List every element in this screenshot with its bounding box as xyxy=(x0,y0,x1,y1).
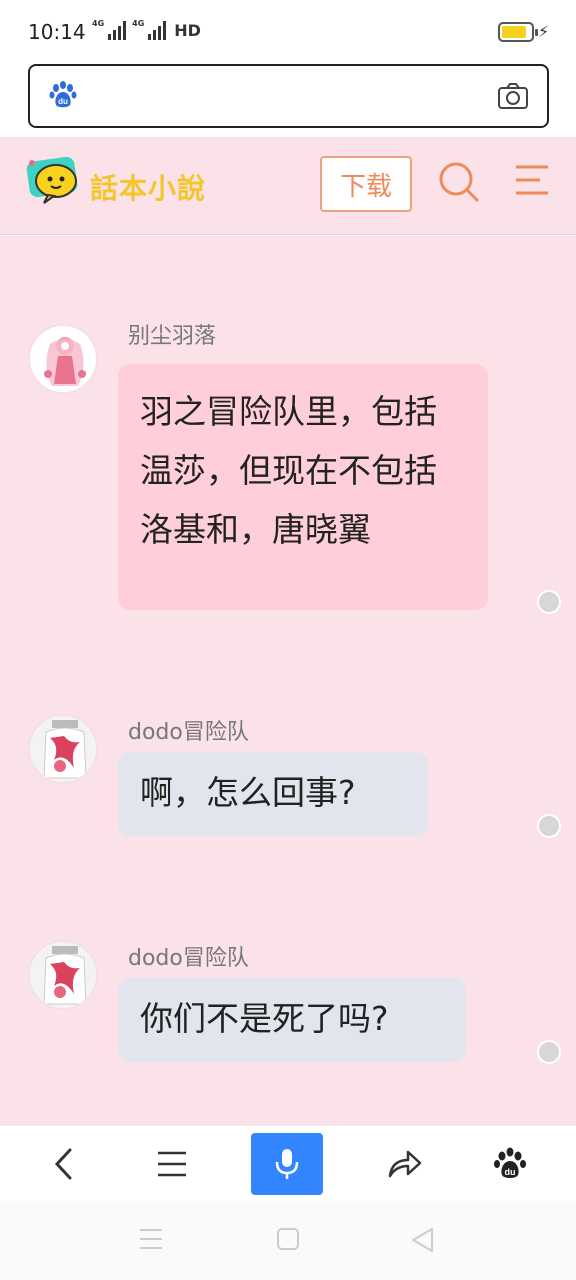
avatar[interactable] xyxy=(28,714,98,784)
signal-icon xyxy=(148,20,167,40)
camera-icon[interactable] xyxy=(497,82,529,114)
network-indicator: 4G 4G HD xyxy=(92,20,201,40)
author-name[interactable]: dodo冒险队 xyxy=(128,940,249,972)
network-type-1: 4G xyxy=(92,19,105,28)
signal-icon xyxy=(108,20,127,40)
message-action-dot[interactable] xyxy=(537,1040,561,1064)
hd-indicator: HD xyxy=(174,21,201,40)
battery-level xyxy=(502,26,526,38)
author-name[interactable]: dodo冒险队 xyxy=(128,714,249,746)
message-bubble: 你们不是死了吗? xyxy=(118,978,466,1062)
menu-icon[interactable] xyxy=(152,1126,192,1202)
logo-text[interactable]: 話本小說 xyxy=(90,167,206,207)
svg-text:du: du xyxy=(505,1167,516,1177)
download-button[interactable]: 下载 xyxy=(320,156,412,212)
microphone-icon xyxy=(275,1149,299,1179)
baidu-paw-icon[interactable]: du xyxy=(48,80,78,114)
home-icon[interactable] xyxy=(276,1227,300,1255)
browser-search-bar[interactable]: du xyxy=(28,64,549,128)
message-action-dot[interactable] xyxy=(537,814,561,838)
back-icon[interactable] xyxy=(44,1126,84,1202)
message-bubble: 羽之冒险队里，包括温莎，但现在不包括洛基和，唐晓翼 xyxy=(118,364,488,610)
microphone-button[interactable] xyxy=(251,1133,323,1195)
charging-icon: ⚡ xyxy=(538,22,550,41)
avatar[interactable] xyxy=(28,940,98,1010)
back-triangle-icon[interactable] xyxy=(410,1227,434,1257)
search-icon[interactable] xyxy=(436,159,480,207)
site-header: 話本小說 下载 xyxy=(0,137,576,235)
menu-icon[interactable] xyxy=(514,163,550,201)
network-type-2: 4G xyxy=(132,19,145,28)
browser-bottom-nav: du xyxy=(0,1125,576,1201)
battery-icon xyxy=(498,22,538,42)
status-time: 10:14 xyxy=(28,20,86,44)
share-icon[interactable] xyxy=(384,1126,424,1202)
status-bar: 10:14 4G 4G HD ⚡ xyxy=(0,0,576,60)
author-name[interactable]: 别尘羽落 xyxy=(128,318,216,350)
recent-apps-icon[interactable] xyxy=(138,1227,164,1255)
message-bubble: 啊，怎么回事? xyxy=(118,752,428,836)
chat-area[interactable]: 别尘羽落 羽之冒险队里，包括温莎，但现在不包括洛基和，唐晓翼 dodo冒险队 啊… xyxy=(0,236,576,1125)
baidu-paw-icon[interactable]: du xyxy=(490,1126,530,1202)
message-action-dot[interactable] xyxy=(537,590,561,614)
svg-text:du: du xyxy=(58,97,68,106)
logo-icon[interactable] xyxy=(24,155,84,217)
avatar[interactable] xyxy=(28,324,98,394)
system-nav-bar xyxy=(0,1201,576,1280)
